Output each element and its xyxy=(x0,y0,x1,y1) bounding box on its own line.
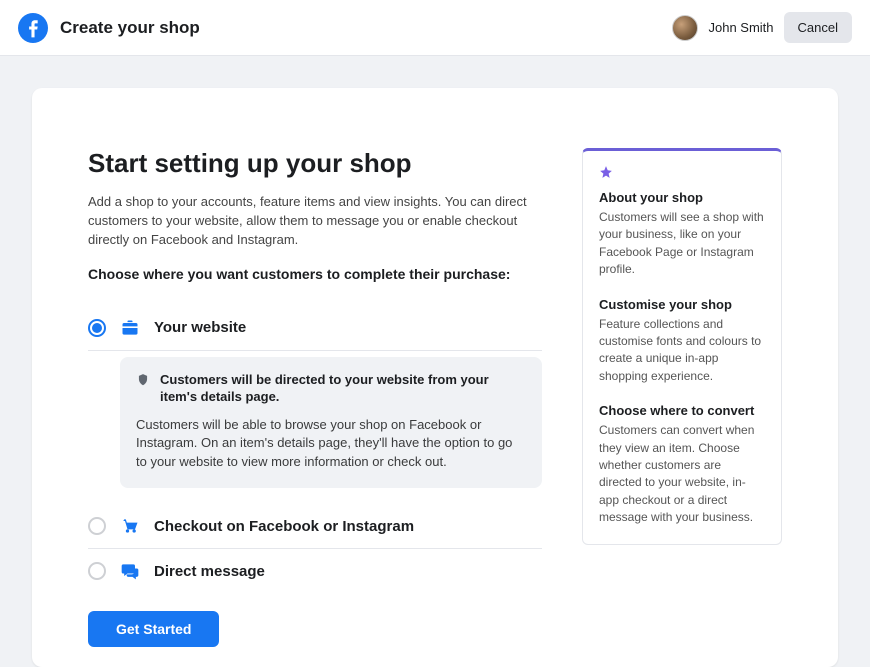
info-card-body: Customers will be able to browse your sh… xyxy=(136,416,526,473)
intro-text: Add a shop to your accounts, feature ite… xyxy=(88,193,542,250)
heading: Start setting up your shop xyxy=(88,148,542,179)
sidebar: About your shop Customers will see a sho… xyxy=(582,148,782,545)
sidebar-title: Customise your shop xyxy=(599,297,765,312)
sidebar-title: About your shop xyxy=(599,190,765,205)
cancel-button[interactable]: Cancel xyxy=(784,12,852,43)
sidebar-text: Customers can convert when they view an … xyxy=(599,422,765,526)
avatar[interactable] xyxy=(672,15,698,41)
star-icon xyxy=(599,165,613,182)
briefcase-icon xyxy=(120,318,140,338)
sidebar-block-convert: Choose where to convert Customers can co… xyxy=(599,403,765,526)
option-label: Your website xyxy=(154,319,246,336)
option-label: Direct message xyxy=(154,563,265,580)
sidebar-block-about: About your shop Customers will see a sho… xyxy=(599,190,765,279)
content-card: Start setting up your shop Add a shop to… xyxy=(32,88,838,667)
subheading: Choose where you want customers to compl… xyxy=(88,266,542,282)
page-title: Create your shop xyxy=(60,18,200,38)
topbar-left: Create your shop xyxy=(18,13,200,43)
chat-icon xyxy=(120,561,140,581)
sidebar-text: Customers will see a shop with your busi… xyxy=(599,209,765,279)
user-name: John Smith xyxy=(708,20,773,35)
option-checkout-fb-ig[interactable]: Checkout on Facebook or Instagram xyxy=(88,504,542,549)
radio-checkout-fb-ig[interactable] xyxy=(88,517,106,535)
top-bar: Create your shop John Smith Cancel xyxy=(0,0,870,56)
option-your-website[interactable]: Your website xyxy=(88,306,542,351)
get-started-button[interactable]: Get Started xyxy=(88,611,219,647)
info-card: Customers will be directed to your websi… xyxy=(120,357,542,489)
option-label: Checkout on Facebook or Instagram xyxy=(154,518,414,535)
topbar-right: John Smith Cancel xyxy=(672,12,852,43)
sidebar-text: Feature collections and customise fonts … xyxy=(599,316,765,386)
facebook-logo-icon[interactable] xyxy=(18,13,48,43)
cart-icon xyxy=(120,516,140,536)
shield-icon xyxy=(136,373,150,390)
main-column: Start setting up your shop Add a shop to… xyxy=(88,148,542,647)
radio-direct-message[interactable] xyxy=(88,562,106,580)
radio-your-website[interactable] xyxy=(88,319,106,337)
sidebar-block-customise: Customise your shop Feature collections … xyxy=(599,297,765,386)
sidebar-title: Choose where to convert xyxy=(599,403,765,418)
info-card-title: Customers will be directed to your websi… xyxy=(160,371,526,406)
